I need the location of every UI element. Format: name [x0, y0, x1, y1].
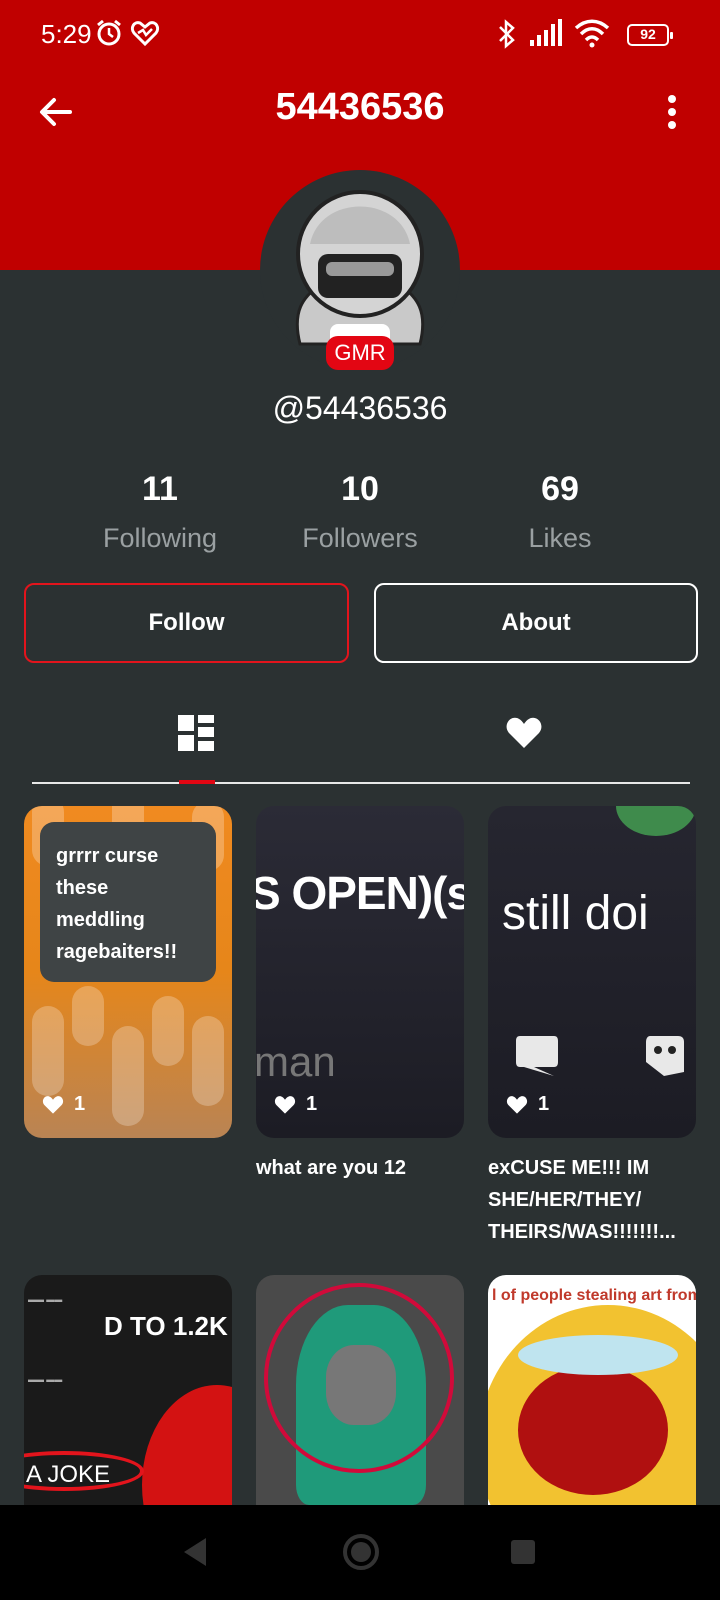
heart-icon — [506, 717, 542, 748]
stat-value: 10 — [341, 470, 379, 508]
stat-label: Following — [102, 523, 218, 553]
stat-value: 69 — [541, 470, 579, 508]
post-likes: 1 — [274, 1093, 317, 1116]
chat-bubble-icon — [516, 1036, 558, 1076]
likes-count: 1 — [538, 1093, 550, 1115]
ghost-face-icon — [646, 1036, 684, 1076]
caption-line: THEIRS/WAS!!!!!!!... — [488, 1221, 676, 1243]
caption-line: exCUSE ME!!! IM — [488, 1157, 650, 1179]
nav-recents-icon[interactable] — [510, 1539, 536, 1565]
stat-label: Likes — [528, 523, 592, 553]
post-card[interactable]: still doi 1 — [488, 806, 696, 1138]
about-button[interactable]: About — [374, 583, 698, 663]
heart-icon — [42, 1095, 64, 1114]
more-options-icon[interactable] — [652, 92, 692, 132]
post-thumb-text: grrrr curse these meddling ragebaiters!! — [40, 822, 216, 982]
post-likes: 1 — [42, 1093, 85, 1116]
thumb-decoration — [616, 806, 696, 836]
nav-home-icon[interactable] — [342, 1533, 380, 1571]
stat-followers[interactable]: 10 Followers — [270, 470, 450, 554]
post-thumb-text: S OPEN)(s — [256, 867, 464, 919]
battery-indicator: 92 — [627, 24, 673, 46]
grid-icon — [178, 715, 214, 751]
post-card[interactable]: S OPEN)(s man 1 — [256, 806, 464, 1138]
tab-divider — [32, 782, 690, 784]
tab-active-indicator — [179, 780, 215, 784]
post-card[interactable]: grrrr curse these meddling ragebaiters!!… — [24, 806, 232, 1138]
stat-label: Followers — [302, 523, 418, 553]
post-thumb-text: still doi — [502, 887, 649, 940]
likes-count: 1 — [306, 1093, 318, 1115]
alarm-icon — [97, 19, 121, 46]
page-title: 54436536 — [275, 86, 445, 128]
status-time: 5:29 — [41, 19, 92, 49]
avatar-badge: GMR — [326, 336, 394, 370]
thumb-decoration — [518, 1335, 678, 1375]
likes-count: 1 — [74, 1093, 86, 1115]
avatar[interactable] — [280, 184, 440, 354]
caption-line: SHE/HER/THEY/ — [488, 1189, 642, 1211]
system-nav-bar — [0, 1505, 720, 1600]
signal-icon — [530, 19, 562, 46]
follow-button[interactable]: Follow — [24, 583, 349, 663]
status-bar: 5:29 92 — [0, 0, 720, 70]
post-thumb-text-secondary: man — [256, 1038, 336, 1085]
stat-likes[interactable]: 69 Likes — [470, 470, 650, 554]
tab-liked[interactable] — [494, 708, 554, 758]
heart-icon — [506, 1095, 528, 1114]
post-likes: 1 — [506, 1093, 549, 1116]
heart-icon — [274, 1095, 296, 1114]
post-caption: exCUSE ME!!! IM SHE/HER/THEY/ THEIRS/WAS… — [488, 1152, 708, 1248]
wifi-icon — [574, 19, 610, 48]
tab-posts[interactable] — [166, 708, 226, 758]
stat-value: 11 — [142, 470, 178, 508]
post-thumb-text: D TO 1.2K — [104, 1311, 228, 1341]
nav-back-icon[interactable] — [180, 1535, 210, 1569]
bluetooth-icon — [499, 19, 515, 49]
stat-following[interactable]: 11 Following — [70, 470, 250, 554]
heart-rate-icon — [130, 21, 160, 47]
thumb-decoration — [518, 1365, 668, 1495]
thumb-decoration — [264, 1283, 454, 1473]
post-thumb-text-secondary: A JOKE — [26, 1461, 111, 1488]
post-caption: what are you 12 — [256, 1157, 407, 1179]
username-handle: @54436536 — [272, 390, 448, 426]
post-thumb-text: l of people stealing art from — [492, 1287, 696, 1304]
